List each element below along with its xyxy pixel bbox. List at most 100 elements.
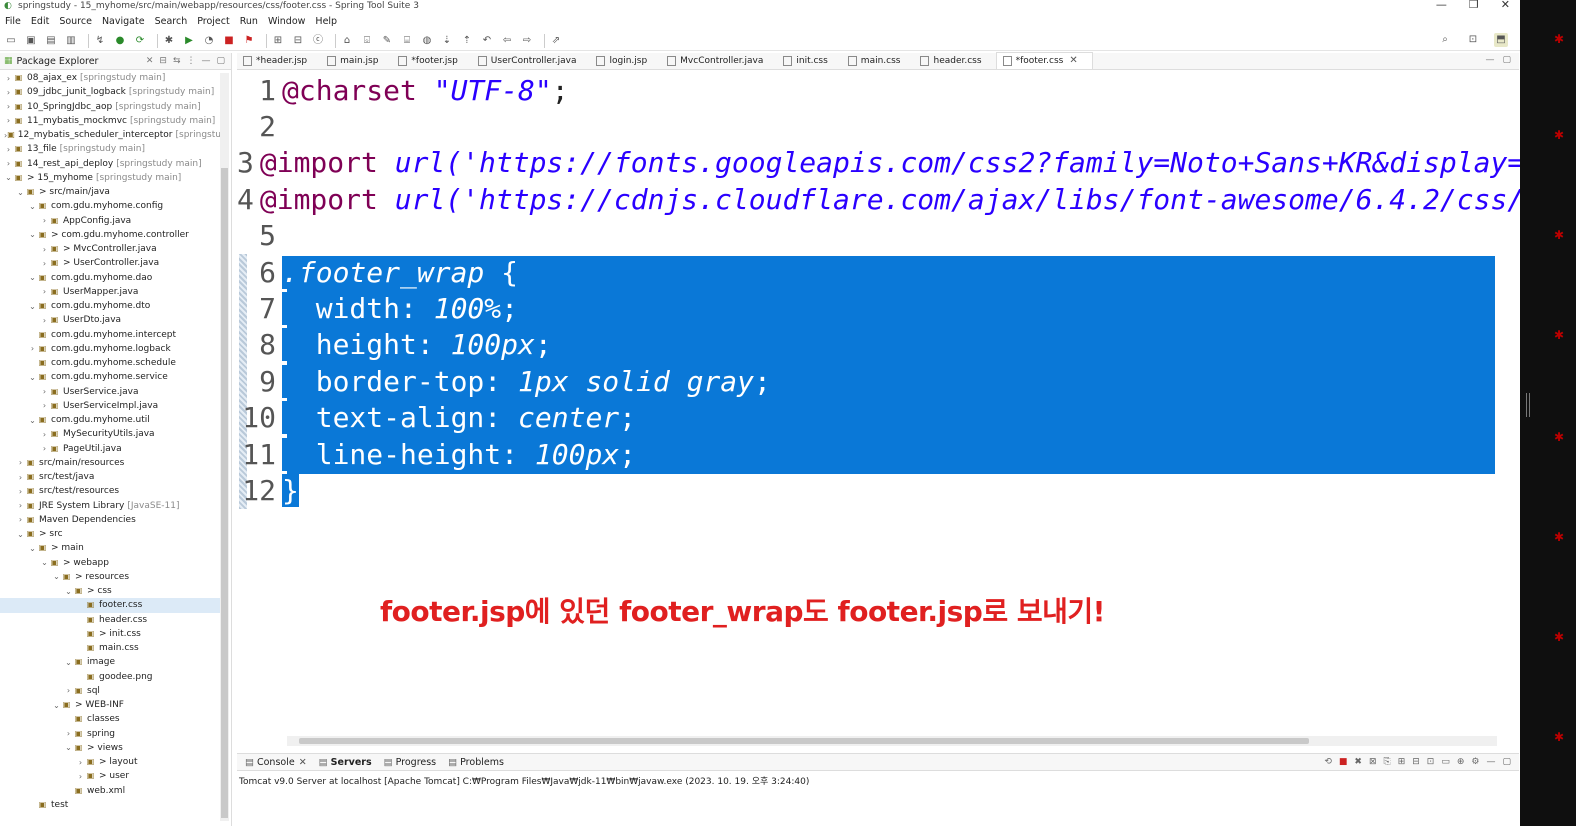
tree-item[interactable]: › ▣ MySecurityUtils.java [0,427,220,441]
chevron-right-icon[interactable]: › [16,458,25,467]
tree-item[interactable]: › ▣ AppConfig.java [0,214,220,228]
bottom-tab[interactable]: ▤ Servers [315,757,380,768]
chevron-down-icon[interactable]: ⌄ [52,701,61,710]
resize-handle[interactable] [1526,393,1530,417]
editor-tab[interactable]: *footer.jsp [392,56,471,69]
tree-item[interactable]: ▣ > init.css [0,627,220,641]
editor-tab[interactable]: header.css [914,56,995,69]
chevron-right-icon[interactable]: › [40,259,49,268]
settings-icon[interactable]: ⚙ [1471,757,1479,767]
editor-horizontal-scrollbar[interactable] [287,736,1497,746]
chevron-right-icon[interactable]: › [40,245,49,254]
tree-item[interactable]: ⌄ ▣ com.gdu.myhome.service [0,370,220,384]
code-line[interactable]: 3 @import url('https://fonts.googleapis.c… [237,145,1541,181]
search-icon[interactable]: ⌕ [1438,33,1452,47]
tree-item[interactable]: › ▣ 12_mybatis_scheduler_interceptor [sprin… [0,128,220,142]
chevron-right-icon[interactable]: › [64,729,73,738]
copy-icon[interactable]: ⎘ [1384,757,1391,767]
tree-item[interactable]: ⌄ ▣ > webapp [0,556,220,570]
new-java-project-icon[interactable]: ⊞ [271,34,285,48]
save-icon[interactable]: ▣ [24,34,38,48]
print-icon[interactable]: ▥ [64,34,78,48]
last-edit-icon[interactable]: ↶ [480,34,494,48]
code-line[interactable]: 6 .footer_wrap { [237,254,1495,290]
chevron-down-icon[interactable]: ⌄ [28,230,37,239]
new-icon[interactable]: ▭ [4,34,18,48]
tree-item[interactable]: › ▣ > layout [0,755,220,769]
tree-item[interactable]: › ▣ 08_ajax_ex [springstudy main] [0,71,220,85]
close-button[interactable]: ✕ [1501,0,1510,11]
tree-item[interactable]: › ▣ UserService.java [0,385,220,399]
menu-file[interactable]: File [0,16,26,27]
tree-item[interactable]: ⌄ ▣ com.gdu.myhome.config [0,199,220,213]
minimize-button[interactable]: — [1436,0,1447,11]
next-annotation-icon[interactable]: ⇣ [440,34,454,48]
chevron-down-icon[interactable]: ⌄ [28,302,37,311]
tree-item[interactable]: › ▣ com.gdu.myhome.logback [0,342,220,356]
chevron-down-icon[interactable]: ⌄ [28,202,37,211]
tree-item[interactable]: › ▣ spring [0,727,220,741]
tree-item[interactable]: › ▣ UserDto.java [0,313,220,327]
coverage-icon[interactable]: ◔ [202,34,216,48]
code-line[interactable]: 2 [237,108,1495,144]
menu-project[interactable]: Project [192,16,235,27]
pin-console-icon[interactable]: ⊡ [1427,757,1435,767]
tree-item[interactable]: ⌄ ▣ image [0,655,220,669]
pen-icon[interactable]: ✎ [380,34,394,48]
tree-item[interactable]: ▣ com.gdu.myhome.schedule [0,356,220,370]
disconnect-icon[interactable]: ⊠ [1369,757,1377,767]
close-icon[interactable]: ✕ [1069,55,1077,66]
tree-item[interactable]: ▣ classes [0,712,220,726]
collapse-all-icon[interactable]: ⊟ [159,56,167,66]
menu-run[interactable]: Run [235,16,263,27]
open-console-icon[interactable]: ⊕ [1457,757,1465,767]
debug-icon[interactable]: ✱ [162,34,176,48]
tree-item[interactable]: › ▣ src/test/resources [0,484,220,498]
minimize-icon[interactable]: — [201,56,210,66]
start-server-icon[interactable]: ● [113,34,127,48]
open-perspective-icon[interactable]: ⊡ [1466,33,1480,47]
tree-item[interactable]: › ▣ > MvcController.java [0,242,220,256]
tree-item[interactable]: › ▣ src/main/resources [0,456,220,470]
bottom-tab[interactable]: ▤ Progress [380,757,445,768]
tree-item[interactable]: ⌄ ▣ > src/main/java [0,185,220,199]
chevron-right-icon[interactable]: › [76,758,85,767]
menu-edit[interactable]: Edit [26,16,54,27]
editor-tab[interactable]: UserController.java [472,56,591,69]
scrollbar-thumb[interactable] [299,738,1309,744]
stop-server-icon[interactable]: ■ [1339,757,1348,767]
chevron-right-icon[interactable]: › [4,159,13,168]
chevron-down-icon[interactable]: ⌄ [40,558,49,567]
chevron-down-icon[interactable]: ⌄ [64,743,73,752]
minimize-icon[interactable]: — [1485,55,1494,65]
refresh-icon[interactable]: ⟳ [133,34,147,48]
chevron-right-icon[interactable]: › [40,387,49,396]
open-task-icon[interactable]: ⌸ [400,34,414,48]
close-icon[interactable]: ✕ [146,56,154,66]
tree-item[interactable]: › ▣ src/test/java [0,470,220,484]
chevron-down-icon[interactable]: ⌄ [4,173,13,182]
chevron-down-icon[interactable]: ⌄ [28,273,37,282]
code-line[interactable]: 11 line-height: 100px; [237,436,1495,472]
back-icon[interactable]: ⇦ [500,34,514,48]
editor-tab[interactable]: login.jsp [590,56,661,69]
menu-navigate[interactable]: Navigate [97,16,150,27]
chevron-right-icon[interactable]: › [40,430,49,439]
tree-item[interactable]: ⌄ ▣ com.gdu.myhome.dao [0,271,220,285]
menu-window[interactable]: Window [263,16,310,27]
menu-help[interactable]: Help [310,16,342,27]
editor-tab[interactable]: *header.jsp [237,56,321,69]
maximize-icon[interactable]: ▢ [1502,757,1511,767]
chevron-right-icon[interactable]: › [40,216,49,225]
editor-tab[interactable]: main.css [842,56,915,69]
chevron-down-icon[interactable]: ⌄ [28,416,37,425]
code-line[interactable]: 8 height: 100px; [237,327,1495,363]
tree-item[interactable]: ⌄ ▣ > views [0,741,220,755]
chevron-right-icon[interactable]: › [4,145,13,154]
tree-item[interactable]: › ▣ UserMapper.java [0,285,220,299]
code-line[interactable]: 4 @import url('https://cdnjs.cloudflare.c… [237,181,1541,217]
chevron-right-icon[interactable]: › [40,316,49,325]
chevron-right-icon[interactable]: › [64,686,73,695]
tree-item[interactable]: › ▣ 13_file [springstudy main] [0,142,220,156]
tree-item[interactable]: ⌄ ▣ > src [0,527,220,541]
